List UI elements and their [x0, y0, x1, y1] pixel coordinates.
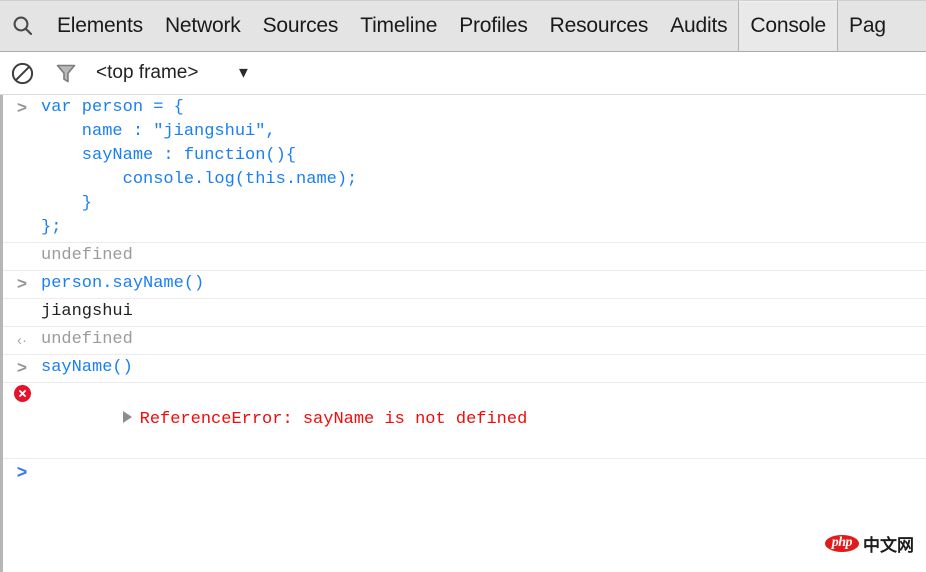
console-message-text: undefined: [41, 330, 133, 349]
console-message-text: var person = { name : "jiangshui", sayNa…: [41, 98, 358, 237]
prompt-marker: >: [17, 98, 27, 117]
filter-icon[interactable]: [44, 61, 88, 85]
chevron-down-icon[interactable]: ▼: [236, 66, 251, 81]
error-content: ReferenceError: sayName is not defined: [41, 384, 926, 456]
tab-sources[interactable]: Sources: [252, 1, 350, 51]
console-message-text: undefined: [41, 246, 133, 265]
tab-audits[interactable]: Audits: [659, 1, 738, 51]
prompt-marker: >: [17, 358, 27, 377]
watermark-text: 中文网: [863, 536, 914, 556]
active-prompt-marker: >: [16, 462, 28, 482]
tab-label: Timeline: [360, 14, 438, 37]
clear-console-icon[interactable]: [0, 61, 44, 86]
frame-selector-value[interactable]: <top frame>: [96, 62, 198, 84]
console-message-text: person.sayName(): [41, 274, 205, 293]
error-icon: [3, 383, 41, 402]
expand-triangle-icon[interactable]: [122, 411, 132, 423]
console-message-result[interactable]: undefined: [3, 243, 926, 271]
console-message-input[interactable]: > sayName(): [3, 355, 926, 383]
prompt-marker: >: [17, 274, 27, 293]
return-arrow-icon: ‹·: [17, 332, 27, 349]
console-message-error[interactable]: ReferenceError: sayName is not defined: [3, 383, 926, 459]
watermark: php 中文网: [824, 531, 914, 556]
search-icon[interactable]: [0, 1, 46, 51]
log-marker: [3, 299, 41, 301]
console-message-result[interactable]: ‹· undefined: [3, 327, 926, 355]
php-logo: php: [824, 535, 859, 552]
console-message-list[interactable]: > var person = { name : "jiangshui", say…: [0, 95, 926, 572]
tab-label: Pag: [849, 14, 886, 37]
tab-label: Resources: [549, 14, 649, 37]
tab-label: Console: [750, 14, 827, 37]
result-marker: [3, 243, 41, 245]
console-message-input[interactable]: > var person = { name : "jiangshui", say…: [3, 95, 926, 243]
tab-label: Elements: [57, 14, 143, 37]
tab-label: Sources: [262, 14, 339, 37]
tab-elements[interactable]: Elements: [46, 1, 154, 51]
tab-pagespeed[interactable]: Pag: [838, 1, 897, 51]
tab-timeline[interactable]: Timeline: [349, 1, 448, 51]
console-message-input[interactable]: > person.sayName(): [3, 271, 926, 299]
console-toolbar: <top frame> ▼: [0, 52, 926, 95]
tab-list: Elements Network Sources Timeline Profil…: [46, 1, 926, 51]
tab-label: Audits: [670, 14, 728, 37]
tab-label: Network: [164, 14, 241, 37]
console-message-text: jiangshui: [41, 302, 133, 321]
tab-resources[interactable]: Resources: [539, 1, 660, 51]
devtools-tabbar: Elements Network Sources Timeline Profil…: [0, 0, 926, 52]
console-message-log[interactable]: jiangshui: [3, 299, 926, 327]
devtools-window: Elements Network Sources Timeline Profil…: [0, 0, 926, 572]
tab-console[interactable]: Console: [738, 1, 839, 51]
tab-profiles[interactable]: Profiles: [448, 1, 538, 51]
console-message-text: ReferenceError: sayName is not defined: [139, 410, 528, 429]
console-message-text: sayName(): [41, 358, 133, 377]
tab-label: Profiles: [459, 14, 528, 37]
tab-network[interactable]: Network: [154, 1, 252, 51]
console-input-prompt[interactable]: >: [3, 459, 926, 489]
